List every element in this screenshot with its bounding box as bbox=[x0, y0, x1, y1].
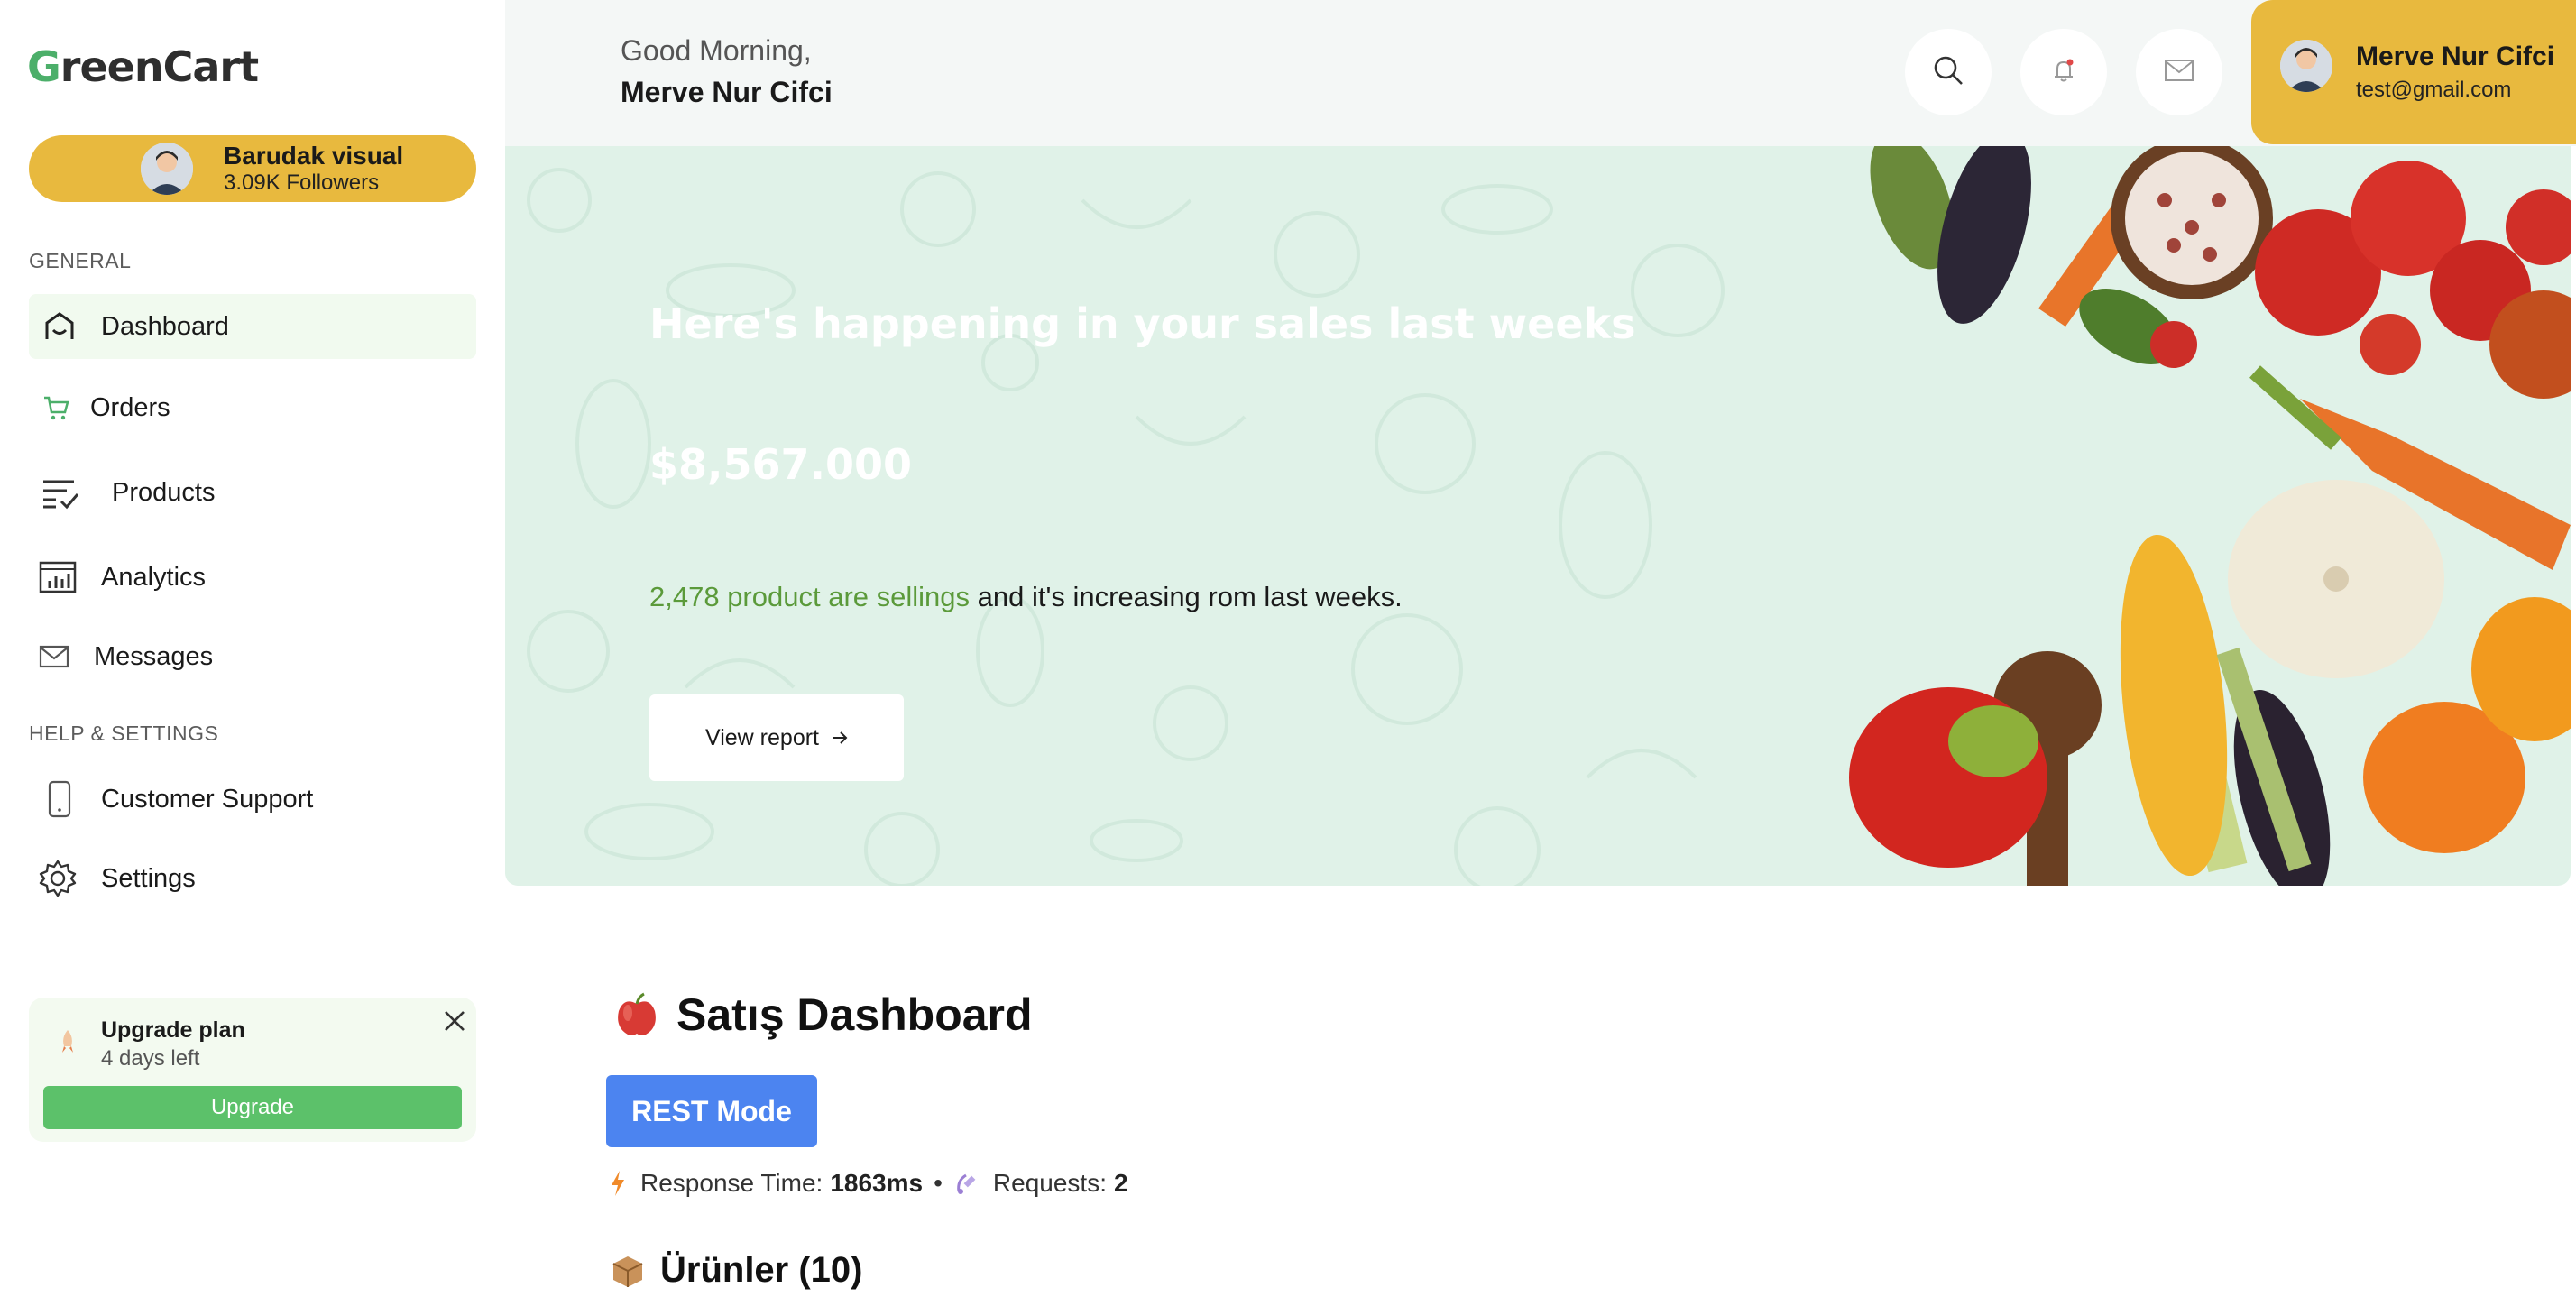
sidebar-item-products[interactable]: Products bbox=[29, 460, 476, 525]
bell-icon bbox=[2050, 57, 2077, 88]
brand-logo[interactable]: GreenCart bbox=[27, 40, 259, 94]
home-icon bbox=[40, 307, 79, 346]
sidebar-profile-text: Barudak visual 3.09K Followers bbox=[224, 142, 403, 196]
upgrade-title: Upgrade plan bbox=[101, 1017, 245, 1043]
products-section-title: Ürünler (10) bbox=[610, 1250, 863, 1291]
section-label-general: GENERAL bbox=[29, 249, 132, 272]
sidebar-item-label: Dashboard bbox=[101, 311, 229, 341]
package-icon bbox=[610, 1253, 646, 1289]
sidebar-profile-followers: 3.09K Followers bbox=[224, 170, 380, 195]
list-check-icon bbox=[41, 473, 81, 512]
rocket-icon bbox=[54, 1028, 81, 1055]
upgrade-days-left: 4 days left bbox=[101, 1046, 200, 1071]
mail-icon bbox=[2164, 59, 2194, 87]
section-label-help: HELP & SETTINGS bbox=[29, 722, 219, 745]
products-title-text: Ürünler (10) bbox=[660, 1250, 863, 1290]
arrow-right-icon bbox=[832, 731, 848, 744]
sidebar-item-analytics[interactable]: Analytics bbox=[29, 545, 476, 610]
sidebar-profile-pill[interactable]: Barudak visual 3.09K Followers bbox=[29, 135, 476, 202]
sidebar-item-label: Customer Support bbox=[101, 784, 314, 814]
hero-description: 2,478 product are sellings and it's incr… bbox=[649, 581, 1403, 613]
logo-letter: G bbox=[27, 42, 61, 91]
sidebar-item-dashboard[interactable]: Dashboard bbox=[29, 294, 476, 359]
lightning-icon bbox=[610, 1170, 626, 1197]
rest-mode-button[interactable]: REST Mode bbox=[606, 1075, 817, 1147]
analytics-icon bbox=[38, 557, 78, 597]
sidebar-item-label: Orders bbox=[90, 392, 170, 422]
sales-hero-banner: Here's happening in your sales last week… bbox=[505, 146, 2571, 886]
sidebar-profile-name: Barudak visual bbox=[224, 142, 404, 170]
logo-wordmark: reenCart bbox=[60, 42, 259, 91]
mail-icon bbox=[34, 637, 74, 676]
hero-title: Here's happening in your sales last week… bbox=[649, 299, 1636, 348]
avatar bbox=[141, 143, 193, 195]
greeting-text: Good Morning, bbox=[621, 34, 812, 67]
satellite-icon bbox=[953, 1170, 980, 1197]
cart-icon bbox=[36, 388, 76, 428]
sidebar-item-settings[interactable]: Settings bbox=[29, 846, 476, 911]
app-root: GreenCart Barudak visual 3.09K Followers… bbox=[0, 0, 2576, 1297]
response-time-label: Response Time: bbox=[640, 1169, 823, 1197]
gear-icon bbox=[38, 859, 78, 898]
hero-highlight: 2,478 product are sellings bbox=[649, 581, 971, 612]
hero-description-rest: and it's increasing rom last weeks. bbox=[970, 581, 1403, 612]
sidebar-item-label: Messages bbox=[94, 641, 214, 671]
view-report-button[interactable]: View report bbox=[649, 694, 904, 781]
close-icon[interactable] bbox=[437, 1003, 473, 1039]
sidebar-item-customer-support[interactable]: Customer Support bbox=[29, 767, 476, 832]
apple-icon bbox=[613, 991, 660, 1038]
vegetables-image bbox=[1849, 146, 2571, 886]
phone-icon bbox=[40, 779, 79, 819]
request-stats: Response Time: 1863ms • Requests: 2 bbox=[610, 1169, 1128, 1198]
avatar bbox=[2280, 40, 2332, 92]
user-name: Merve Nur Cifci bbox=[2356, 41, 2555, 71]
messages-button[interactable] bbox=[2136, 29, 2222, 115]
sidebar-item-label: Analytics bbox=[101, 562, 207, 592]
user-email: test@gmail.com bbox=[2356, 78, 2512, 102]
requests-value: 2 bbox=[1113, 1169, 1128, 1197]
user-profile-card[interactable]: Merve Nur Cifci test@gmail.com bbox=[2251, 0, 2576, 144]
stats-separator: • bbox=[934, 1169, 943, 1197]
greeting-name: Merve Nur Cifci bbox=[621, 76, 833, 108]
sidebar-item-label: Settings bbox=[101, 863, 196, 893]
upgrade-button[interactable]: Upgrade bbox=[43, 1086, 462, 1129]
requests-label: Requests: bbox=[992, 1169, 1107, 1197]
search-button[interactable] bbox=[1905, 29, 1992, 115]
sidebar: GreenCart Barudak visual 3.09K Followers… bbox=[0, 0, 505, 1297]
dashboard-title: Satış Dashboard bbox=[613, 989, 1033, 1041]
upgrade-card: Upgrade plan 4 days left Upgrade bbox=[29, 998, 476, 1142]
sidebar-item-orders[interactable]: Orders bbox=[29, 375, 476, 440]
notifications-button[interactable] bbox=[2020, 29, 2107, 115]
sidebar-item-label: Products bbox=[112, 477, 216, 507]
sidebar-item-messages[interactable]: Messages bbox=[29, 624, 476, 689]
response-time-value: 1863ms bbox=[830, 1169, 924, 1197]
dashboard-title-text: Satış Dashboard bbox=[676, 989, 1033, 1040]
search-icon bbox=[1932, 54, 1964, 91]
view-report-label: View report bbox=[705, 724, 819, 750]
hero-amount: $8,567.000 bbox=[649, 440, 913, 489]
